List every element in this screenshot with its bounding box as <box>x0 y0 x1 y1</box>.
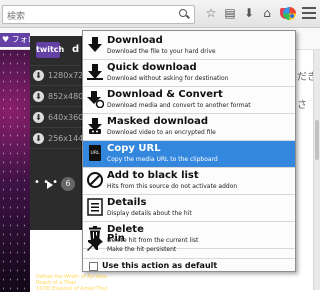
resolution-row[interactable]: ⬇ 640x360 <box>30 108 84 128</box>
resolution-row[interactable]: ⬇ 852x480 <box>30 87 84 107</box>
page-scrollbar[interactable] <box>313 50 320 290</box>
download-convert-icon <box>87 91 104 108</box>
download-icon[interactable]: ⬇ <box>33 112 44 123</box>
menu-item-title: Masked download <box>107 116 209 127</box>
menu-item-desc: Make the hit persistent <box>107 246 177 253</box>
menu-item-details[interactable]: Details Display details about the hit <box>83 195 295 221</box>
stream-video[interactable] <box>0 50 30 292</box>
resolution-label: 256x144 <box>48 134 84 143</box>
resolution-row[interactable]: ⬇ 256x144 <box>30 129 84 149</box>
menu-item-desc: Hits from this source do not activate ad… <box>107 183 238 190</box>
menu-item-quick-download[interactable]: Quick download Download without asking f… <box>83 60 295 86</box>
hit-count-badge: 6 <box>61 177 75 191</box>
follow-button[interactable]: ♥ フォロー <box>0 33 30 47</box>
stream-overlay-text: Defeat the Wrath of Ayrakka Reach of a T… <box>36 274 107 292</box>
twitch-logo: twitch <box>36 42 64 58</box>
page-side-text-2: さ <box>297 100 307 111</box>
hamburger-menu-icon[interactable] <box>302 7 316 19</box>
menu-item-title: Download <box>107 35 163 46</box>
default-action-label: Use this action as default <box>102 261 218 270</box>
blacklist-icon <box>87 172 103 188</box>
menu-item-desc: Copy the media URL to the clipboard <box>107 156 218 163</box>
masked-download-icon <box>88 118 102 134</box>
resolution-label: 852x480 <box>48 92 84 101</box>
star-bookmark-icon[interactable]: ☆ <box>204 6 218 20</box>
more-actions-row: • • • 6 <box>30 174 82 196</box>
addon-panel-header: twitch d <box>30 36 81 66</box>
download-icon[interactable]: ⬇ <box>33 70 44 81</box>
copy-url-icon: URL <box>89 145 101 161</box>
menu-item-desc: Download media and convert to another fo… <box>107 102 251 109</box>
default-action-row[interactable]: Use this action as default <box>83 258 295 272</box>
download-arrow-icon <box>88 37 102 52</box>
menu-item-title: Pin <box>107 233 125 244</box>
menu-item-desc: Download the file to your hard drive <box>107 48 216 55</box>
search-icon[interactable] <box>179 9 187 17</box>
resolution-label: 640x360 <box>48 113 84 122</box>
action-menu: Download Download the file to your hard … <box>82 30 296 272</box>
play-icon[interactable] <box>47 181 53 189</box>
quick-download-icon <box>87 64 103 80</box>
hit-title: d <box>72 44 80 55</box>
addon-hits-panel: twitch d ⬇ 1280x720 ⬇ 852x480 ⬇ 640x360 … <box>30 36 88 230</box>
menu-item-title: Copy URL <box>107 143 161 154</box>
menu-item-download[interactable]: Download Download the file to your hard … <box>83 33 295 59</box>
overlay-line: 15/30 Essence of Aman'Thul <box>36 286 108 292</box>
menu-item-desc: Download without asking for destination <box>107 75 229 82</box>
pin-icon <box>87 235 103 251</box>
menu-item-download-convert[interactable]: Download & Convert Download media and co… <box>83 87 295 113</box>
menu-item-desc: Download video to an encrypted file <box>107 129 216 136</box>
menu-item-title: Add to black list <box>107 170 199 181</box>
search-placeholder: 検索 <box>7 12 26 22</box>
reading-list-icon[interactable]: ▤ <box>223 6 237 20</box>
menu-item-pin[interactable]: Pin Make the hit persistent <box>83 231 295 257</box>
default-action-checkbox[interactable] <box>89 262 98 271</box>
menu-item-title: Quick download <box>107 62 197 73</box>
download-icon[interactable]: ⬇ <box>33 91 44 102</box>
menu-item-title: Details <box>107 197 147 208</box>
menu-item-add-to-blacklist[interactable]: Add to black list Hits from this source … <box>83 168 295 194</box>
menu-item-desc: Display details about the hit <box>107 210 192 217</box>
svg-text:URL: URL <box>91 150 100 156</box>
search-input[interactable]: 検索 <box>2 5 195 24</box>
menu-item-masked-download[interactable]: Masked download Download video to an enc… <box>83 114 295 140</box>
browser-toolbar: 検索 ☆ ▤ ⬇ ⌂ <box>0 0 320 28</box>
menu-item-title: Download & Convert <box>107 89 223 100</box>
download-icon[interactable]: ⬇ <box>33 133 44 144</box>
menu-item-copy-url[interactable]: URL Copy URL Copy the media URL to the c… <box>83 141 295 167</box>
home-icon[interactable]: ⌂ <box>260 6 274 20</box>
resolution-row[interactable]: ⬇ 1280x720 <box>30 66 88 86</box>
video-downloader-addon-icon[interactable] <box>283 7 296 20</box>
download-icon[interactable]: ⬇ <box>242 6 256 20</box>
details-icon <box>87 198 103 216</box>
